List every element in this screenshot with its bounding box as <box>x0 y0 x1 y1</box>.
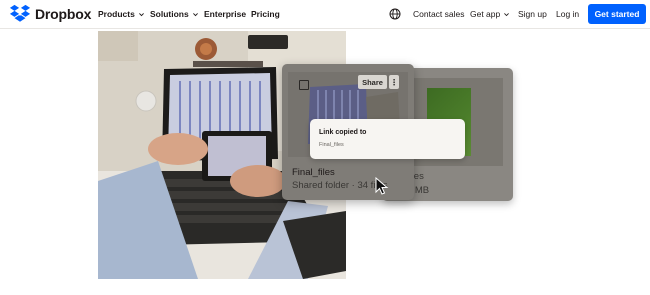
toast-title: Link copied to <box>319 129 367 136</box>
site-header: Dropbox Products Solutions Enterprise Pr… <box>0 0 650 29</box>
toast-subtitle: Final_files <box>319 142 344 148</box>
nav-enterprise[interactable]: Enterprise <box>204 9 246 19</box>
nav-solutions[interactable]: Solutions <box>150 9 199 19</box>
nav-solutions-label: Solutions <box>150 9 189 19</box>
folder-name: Final_files <box>292 167 335 178</box>
folder-meta: Shared folder · 34 files <box>292 180 388 191</box>
nav-products[interactable]: Products <box>98 9 145 19</box>
nav-contact-sales[interactable]: Contact sales <box>413 9 465 19</box>
chevron-down-icon <box>138 12 144 16</box>
nav-pricing[interactable]: Pricing <box>251 9 280 19</box>
brand-name[interactable]: Dropbox <box>35 6 91 22</box>
share-button[interactable]: Share <box>358 75 387 89</box>
nav-products-label: Products <box>98 9 135 19</box>
nav-sign-up-label: Sign up <box>518 9 547 19</box>
nav-log-in[interactable]: Log in <box>556 9 579 19</box>
nav-log-in-label: Log in <box>556 9 580 19</box>
select-checkbox[interactable] <box>299 80 309 90</box>
dropbox-logo-icon[interactable] <box>9 3 31 25</box>
nav-contact-sales-label: Contact sales <box>413 9 465 19</box>
more-vertical-icon[interactable]: ⋮ <box>389 75 399 89</box>
mouse-pointer-icon <box>375 177 389 195</box>
chevron-down-icon <box>504 12 510 16</box>
nav-get-app[interactable]: Get app <box>470 9 510 19</box>
nav-get-app-label: Get app <box>470 9 501 19</box>
link-copied-toast: Link copied to Final_files <box>310 119 465 159</box>
chevron-down-icon <box>192 12 198 16</box>
nav-enterprise-label: Enterprise <box>204 9 247 19</box>
nav-sign-up[interactable]: Sign up <box>518 9 547 19</box>
get-started-button[interactable]: Get started <box>588 4 646 24</box>
globe-icon[interactable] <box>389 8 401 20</box>
nav-pricing-label: Pricing <box>251 9 280 19</box>
